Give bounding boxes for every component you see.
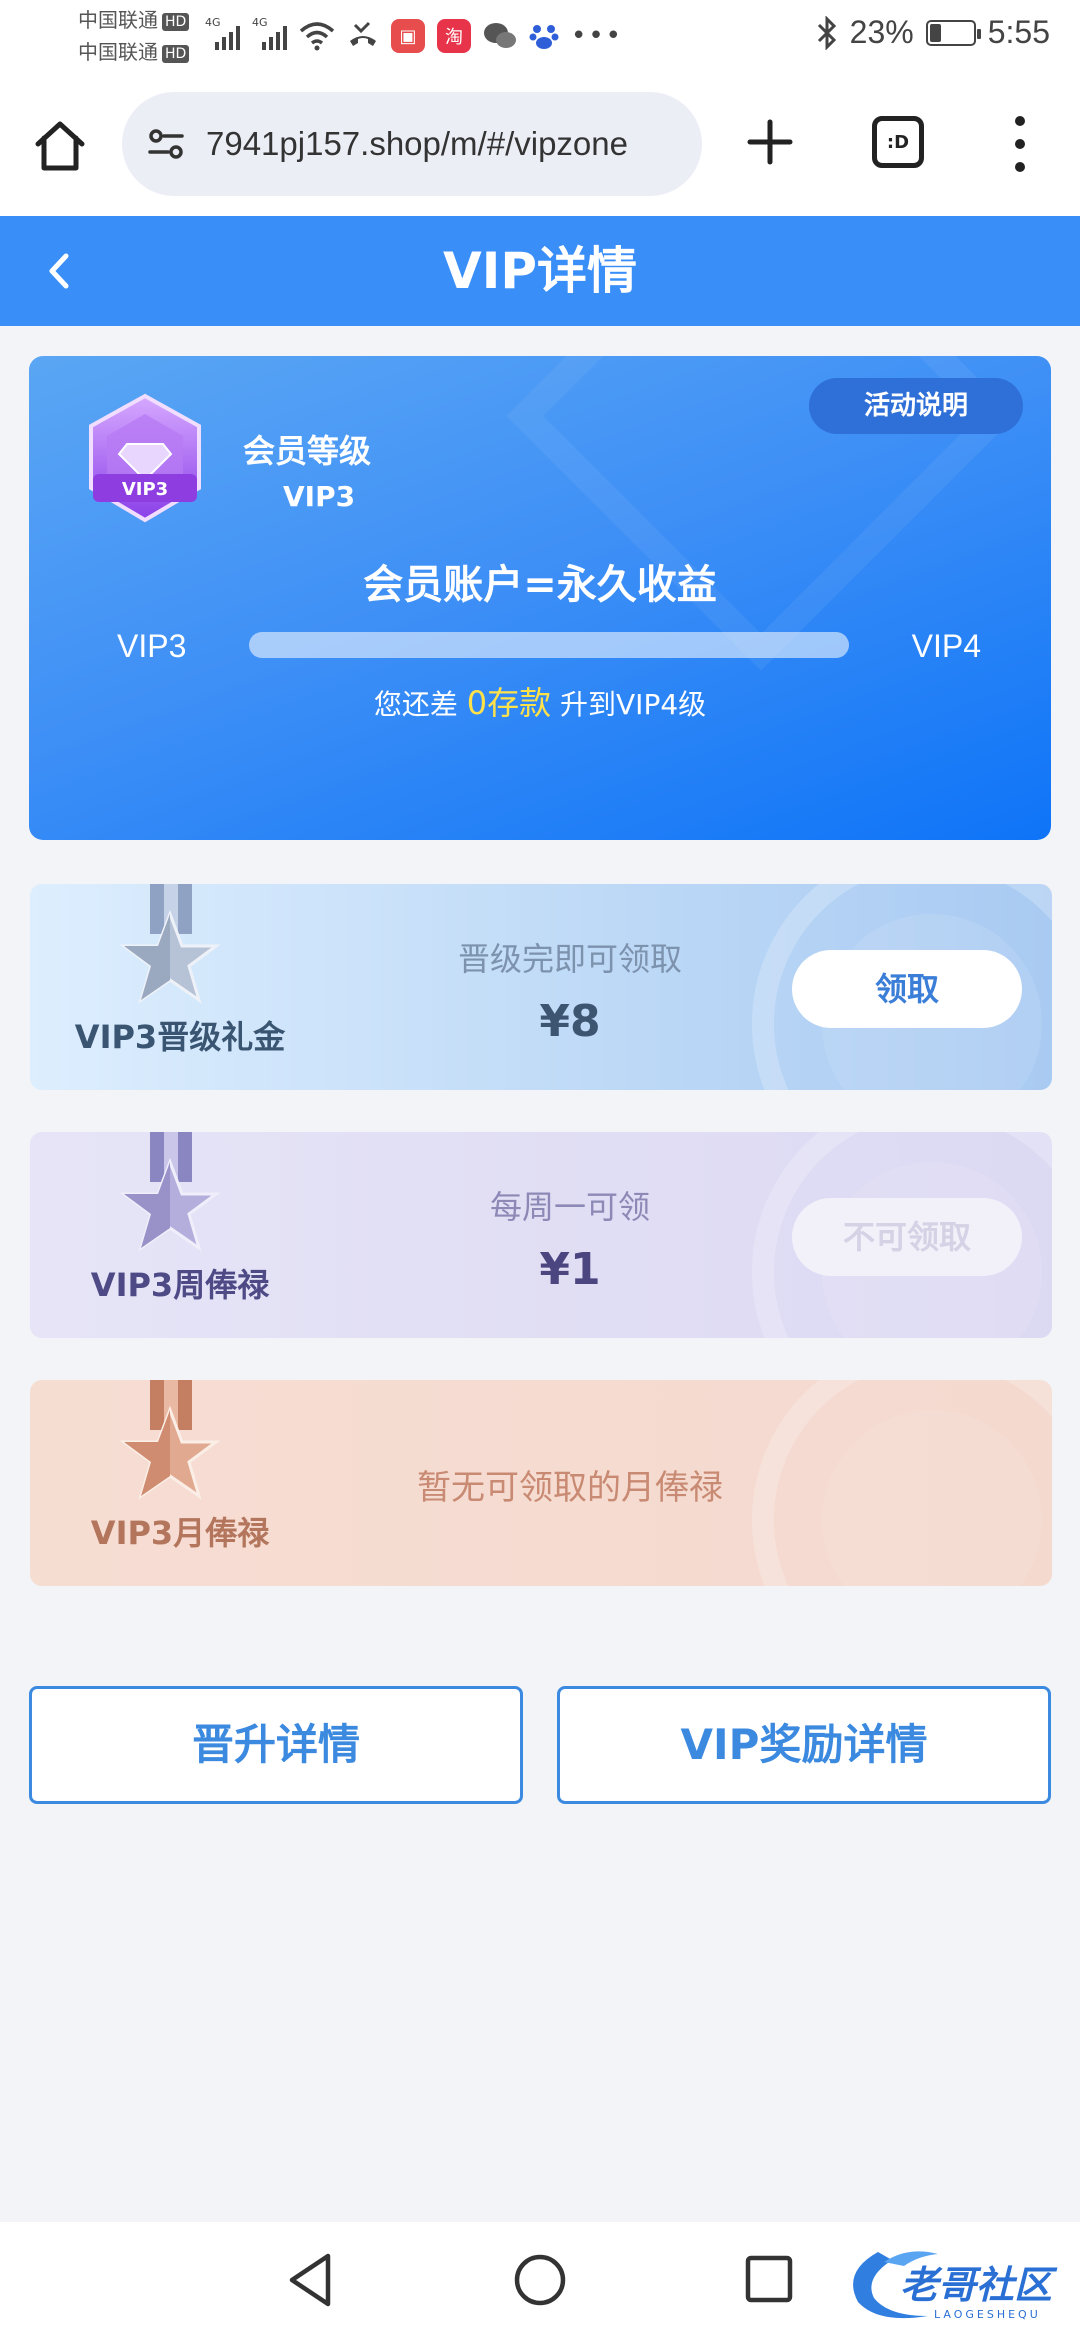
page-title: VIP详情 [443, 242, 637, 300]
purple-star-medal-icon [119, 1132, 221, 1252]
not-claimable-button[interactable]: 不可领取 [792, 1198, 1022, 1276]
signal-icon: 4G [205, 16, 240, 50]
next-level-label: VIP4 [911, 628, 981, 664]
carrier-label-2: 中国联通 HD [78, 40, 190, 64]
site-settings-icon[interactable] [142, 120, 190, 168]
carrier-name-1: 中国联通 [78, 8, 158, 32]
hint-suffix: 升到VIP4级 [560, 688, 707, 721]
activity-rules-button[interactable]: 活动说明 [809, 378, 1023, 434]
status-icons: 4G 4G ▣ 淘 ••• [205, 14, 623, 58]
url-text[interactable]: 7941pj157.shop/m/#/vipzone [206, 125, 628, 163]
hint-prefix: 您还差 [373, 688, 458, 721]
page-header: VIP详情 [0, 216, 1080, 326]
carrier-name-2: 中国联通 [78, 40, 158, 64]
battery-percent: 23% [849, 14, 914, 50]
network-type: 4G [205, 16, 221, 29]
reward-amount: ¥8 [539, 996, 601, 1047]
reward-name: VIP3周俸禄 [90, 1266, 270, 1304]
carrier-label-1: 中国联通 HD [78, 8, 190, 32]
reward-description: 晋级完即可领取 [457, 940, 682, 978]
bronze-star-medal-icon [119, 1380, 221, 1500]
back-arrow-icon[interactable] [38, 248, 84, 294]
tab-switcher-label: :D [886, 131, 910, 153]
reward-name: VIP3晋级礼金 [74, 1018, 286, 1056]
bluetooth-icon [817, 15, 836, 50]
home-icon[interactable] [30, 116, 90, 176]
vip-reward-details-button[interactable]: VIP奖励详情 [557, 1686, 1051, 1804]
vip-level-card: VIP3 会员等级 VIP3 活动说明 会员账户=永久收益 VIP3 VIP4 … [29, 356, 1051, 840]
vip-badge-icon: VIP3 [89, 393, 201, 523]
wechat-icon [484, 23, 516, 48]
member-level-value: VIP3 [283, 480, 356, 513]
badge-text: VIP3 [122, 479, 168, 500]
wifi-icon [299, 22, 335, 51]
card-slogan: 会员账户=永久收益 [363, 562, 717, 608]
claim-button[interactable]: 领取 [792, 950, 1022, 1028]
community-watermark-logo: 老哥社区 LAOGESHEQU [853, 2251, 1058, 2321]
browser-toolbar: 7941pj157.shop/m/#/vipzone :D [0, 76, 1080, 216]
hint-highlight: 0存款 [466, 684, 552, 722]
status-right: 23% 5:55 [816, 14, 1050, 51]
battery-icon [925, 19, 981, 46]
upgrade-bonus-card: VIP3晋级礼金 晋级完即可领取 ¥8 领取 [30, 884, 1052, 1090]
more-menu-icon[interactable] [1008, 116, 1032, 172]
silver-star-medal-icon [119, 884, 221, 1004]
svg-text:LAOGESHEQU: LAOGESHEQU [934, 2308, 1041, 2321]
nav-home-icon[interactable] [512, 2252, 568, 2308]
taobao-icon: 淘 [437, 19, 471, 53]
more-icon: ••• [571, 21, 624, 51]
weekly-salary-card: VIP3周俸禄 每周一可领 ¥1 不可领取 [30, 1132, 1052, 1338]
new-tab-icon[interactable] [742, 114, 798, 170]
baidu-icon [529, 25, 559, 49]
reward-amount: ¥1 [539, 1244, 601, 1295]
upgrade-hint: 您还差 0存款 升到VIP4级 [29, 678, 1051, 724]
hd-badge: HD [162, 12, 190, 31]
signal-icon: 4G [252, 16, 287, 50]
promotion-details-button[interactable]: 晋升详情 [29, 1686, 523, 1804]
clock: 5:55 [987, 14, 1050, 50]
level-progress-bar [249, 632, 849, 658]
current-level-label: VIP3 [117, 628, 187, 664]
member-level-label: 会员等级 [243, 432, 372, 470]
huawei-app-icon: ▣ [391, 19, 425, 53]
reward-description: 每周一可领 [489, 1188, 650, 1226]
reward-name: VIP3月俸禄 [90, 1514, 270, 1552]
nav-back-icon[interactable] [284, 2250, 338, 2310]
status-bar: 中国联通 HD 中国联通 HD 4G 4G ▣ 淘 ••• 23% 5:55 [0, 0, 1080, 76]
hd-badge: HD [162, 44, 190, 63]
address-bar[interactable]: 7941pj157.shop/m/#/vipzone [122, 92, 702, 196]
missed-call-icon [350, 21, 376, 46]
svg-text:老哥社区: 老哥社区 [900, 2263, 1058, 2307]
nav-recents-icon[interactable] [744, 2254, 794, 2304]
system-nav-bar: 老哥社区 LAOGESHEQU [0, 2222, 1080, 2340]
tab-switcher-button[interactable]: :D [872, 116, 924, 168]
empty-reward-message: 暂无可领取的月俸禄 [417, 1468, 723, 1508]
monthly-salary-card: VIP3月俸禄 暂无可领取的月俸禄 [30, 1380, 1052, 1586]
network-type: 4G [252, 16, 268, 29]
